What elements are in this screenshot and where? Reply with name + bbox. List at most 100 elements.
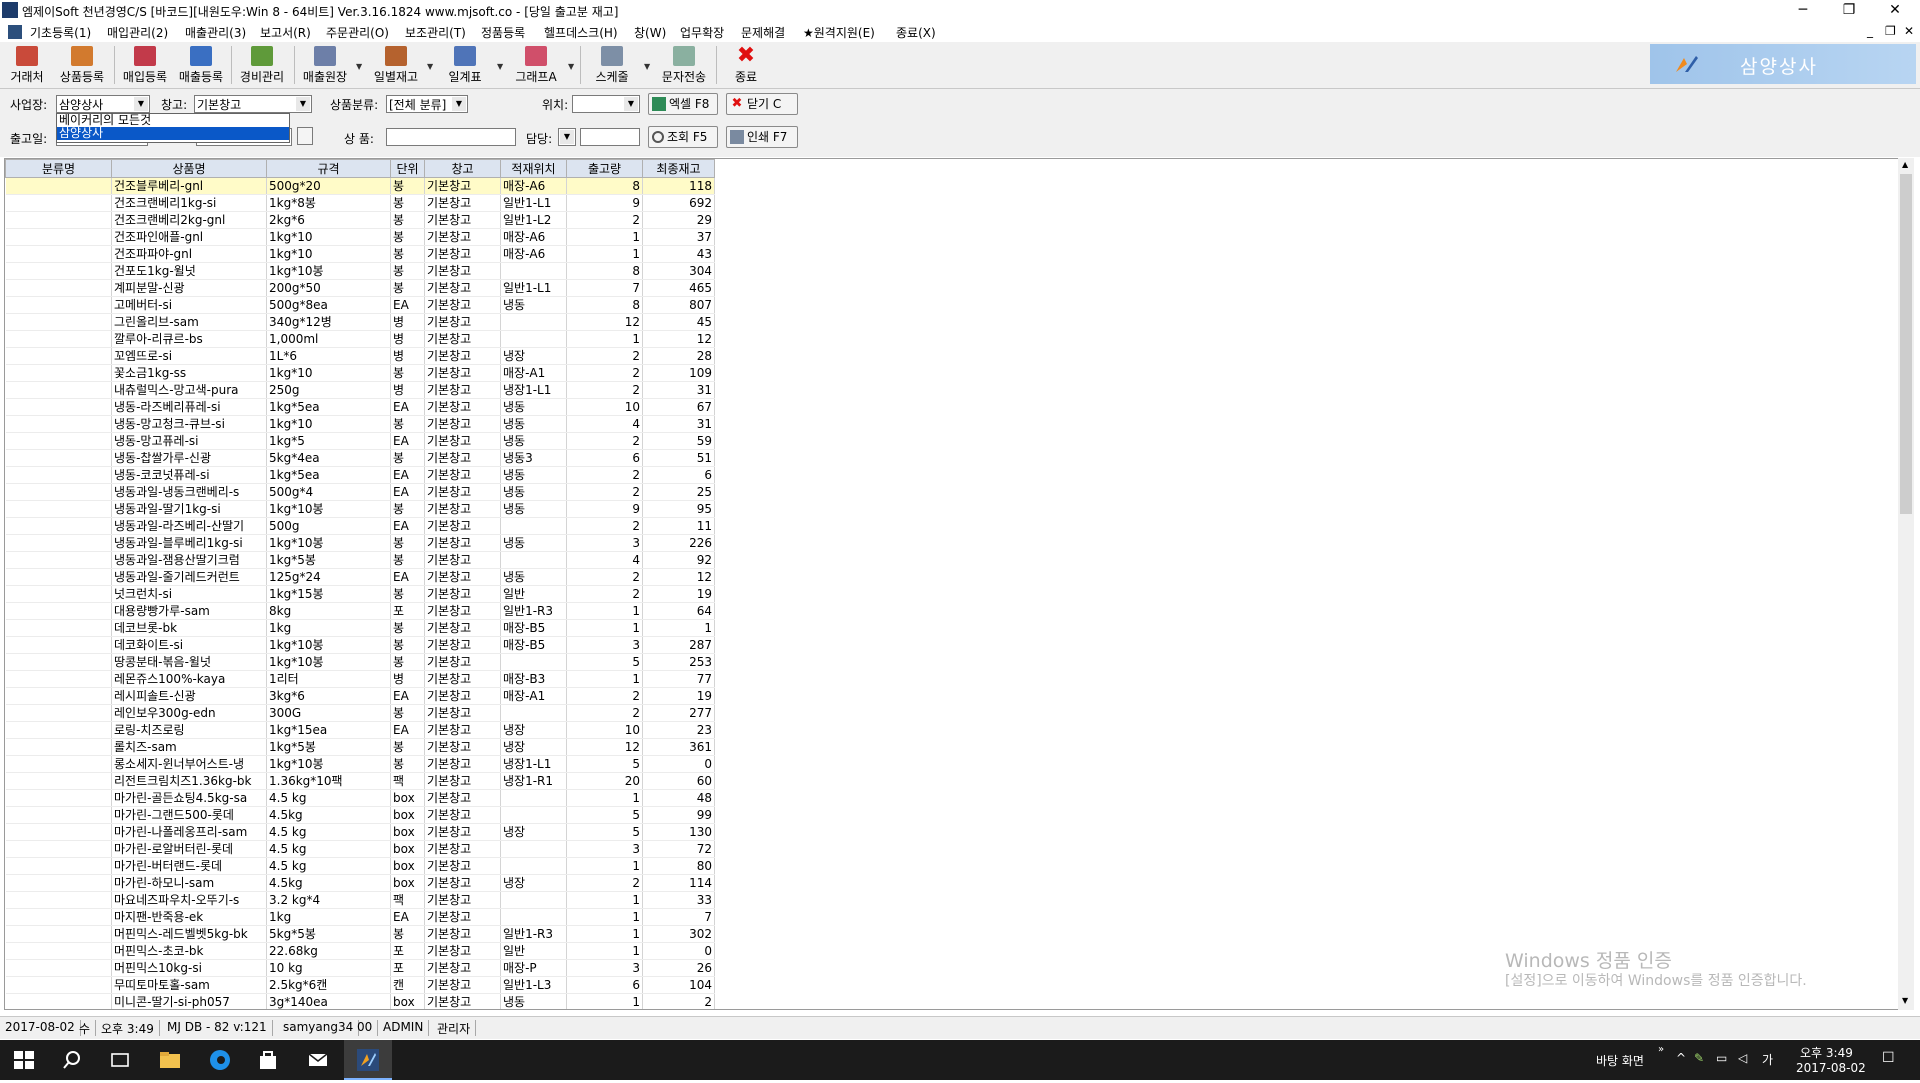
table-cell[interactable]: 봉 <box>390 738 425 756</box>
table-cell[interactable]: 기본창고 <box>424 653 501 671</box>
table-cell[interactable] <box>5 500 112 518</box>
table-cell[interactable]: 1kg <box>266 619 391 637</box>
table-cell[interactable] <box>5 551 112 569</box>
column-header[interactable]: 규격 <box>266 159 391 178</box>
table-cell[interactable]: 10 <box>566 721 643 739</box>
search-icon[interactable] <box>60 1048 84 1072</box>
table-cell[interactable]: box <box>390 874 425 892</box>
table-row[interactable]: 땅콩분태-볶음-윌넛 1kg*10봉 봉 기본창고 5 253 <box>5 653 715 671</box>
table-cell[interactable] <box>500 551 567 569</box>
chevron-up-icon[interactable]: ^ <box>1676 1051 1686 1065</box>
table-cell[interactable]: 내츄럴믹스-망고색-pura <box>111 381 267 399</box>
table-row[interactable]: 머핀믹스-레드벨벳5kg-bk 5kg*5봉 봉 기본창고 일반1-R3 1 302 <box>5 925 715 943</box>
table-cell[interactable]: 냉동 <box>500 483 567 501</box>
table-cell[interactable]: 5 <box>566 653 643 671</box>
table-cell[interactable] <box>5 330 112 348</box>
table-cell[interactable] <box>5 262 112 280</box>
table-cell[interactable]: 33 <box>642 891 715 909</box>
business-select[interactable]: 삼양상사 ▼ <box>56 95 150 113</box>
table-cell[interactable]: 2 <box>566 687 643 705</box>
table-cell[interactable]: 기본창고 <box>424 874 501 892</box>
table-cell[interactable]: 5 <box>566 755 643 773</box>
table-cell[interactable]: box <box>390 840 425 858</box>
table-cell[interactable]: 로링-치즈로링 <box>111 721 267 739</box>
table-cell[interactable]: 807 <box>642 296 715 314</box>
column-header[interactable]: 최종재고 <box>642 159 715 178</box>
table-row[interactable]: 데코브롯-bk 1kg 봉 기본창고 매장-B5 1 1 <box>5 619 715 637</box>
table-cell[interactable] <box>5 517 112 535</box>
table-cell[interactable]: 200g*50 <box>266 279 391 297</box>
clock-date[interactable]: 2017-08-02 <box>1796 1061 1866 1075</box>
clock-time[interactable]: 오후 3:49 <box>1800 1044 1853 1061</box>
table-cell[interactable]: 봉 <box>390 177 425 195</box>
table-cell[interactable]: 머핀믹스-레드벨벳5kg-bk <box>111 925 267 943</box>
table-cell[interactable]: 봉 <box>390 364 425 382</box>
table-cell[interactable]: 2 <box>566 466 643 484</box>
table-cell[interactable]: 기본창고 <box>424 789 501 807</box>
table-cell[interactable]: 기본창고 <box>424 670 501 688</box>
table-cell[interactable]: 기본창고 <box>424 959 501 977</box>
toolbar-schedule-button[interactable]: 스케줄 <box>584 44 640 86</box>
table-cell[interactable]: 1 <box>566 245 643 263</box>
table-cell[interactable]: 60 <box>642 772 715 790</box>
mdi-restore-button[interactable]: ❐ <box>1885 24 1896 38</box>
table-cell[interactable]: 287 <box>642 636 715 654</box>
table-cell[interactable]: 45 <box>642 313 715 331</box>
table-cell[interactable]: 64 <box>642 602 715 620</box>
table-cell[interactable]: 냉동-찹쌀가루-신광 <box>111 449 267 467</box>
table-row[interactable]: 미니콘-딸기-si-ph057 3g*140ea box 기본창고 냉동 1 2 <box>5 993 715 1009</box>
table-cell[interactable]: 기본창고 <box>424 432 501 450</box>
table-cell[interactable]: 기본창고 <box>424 364 501 382</box>
ime-indicator[interactable]: 가 <box>1762 1051 1773 1068</box>
table-cell[interactable]: 기본창고 <box>424 619 501 637</box>
table-row[interactable]: 계피분말-신광 200g*50 봉 기본창고 일반1-L1 7 465 <box>5 279 715 297</box>
table-cell[interactable]: 2 <box>566 432 643 450</box>
table-cell[interactable]: 냉동-망고청크-큐브-si <box>111 415 267 433</box>
table-cell[interactable]: 29 <box>642 211 715 229</box>
table-cell[interactable]: 2 <box>566 381 643 399</box>
table-cell[interactable] <box>5 466 112 484</box>
column-header[interactable]: 상품명 <box>111 159 267 178</box>
table-cell[interactable]: 1kg <box>266 908 391 926</box>
table-cell[interactable]: 팩 <box>390 891 425 909</box>
table-row[interactable]: 냉동과일-라즈베리-산딸기 500g EA 기본창고 2 11 <box>5 517 715 535</box>
table-cell[interactable]: 기본창고 <box>424 228 501 246</box>
menu-item-exit[interactable]: 종료(X) <box>896 24 936 41</box>
table-cell[interactable]: 7 <box>642 908 715 926</box>
table-cell[interactable] <box>5 891 112 909</box>
menu-item-troubleshoot[interactable]: 문제해결 <box>741 24 785 41</box>
table-cell[interactable]: 기본창고 <box>424 891 501 909</box>
table-cell[interactable]: 봉 <box>390 500 425 518</box>
table-cell[interactable] <box>5 925 112 943</box>
table-cell[interactable]: 2 <box>566 585 643 603</box>
table-cell[interactable]: 기본창고 <box>424 687 501 705</box>
table-cell[interactable]: 340g*12병 <box>266 313 391 331</box>
table-cell[interactable]: 1 <box>566 942 643 960</box>
table-cell[interactable]: box <box>390 857 425 875</box>
table-cell[interactable]: 냉동과일-딸기1kg-si <box>111 500 267 518</box>
menu-item-basic[interactable]: 기초등록(1) <box>30 24 91 41</box>
table-cell[interactable] <box>500 653 567 671</box>
table-cell[interactable]: 4.5 kg <box>266 857 391 875</box>
table-cell[interactable]: 20 <box>566 772 643 790</box>
table-cell[interactable]: 500g*8ea <box>266 296 391 314</box>
table-cell[interactable] <box>5 585 112 603</box>
table-cell[interactable]: 냉동 <box>500 398 567 416</box>
table-cell[interactable] <box>5 755 112 773</box>
table-cell[interactable]: 매장-P <box>500 959 567 977</box>
table-cell[interactable]: 300G <box>266 704 391 722</box>
table-cell[interactable]: 1kg*5봉 <box>266 551 391 569</box>
table-cell[interactable]: 기본창고 <box>424 347 501 365</box>
table-cell[interactable]: 31 <box>642 381 715 399</box>
table-cell[interactable]: 냉동 <box>500 415 567 433</box>
table-cell[interactable] <box>500 840 567 858</box>
table-row[interactable]: 건조파인애플-gnl 1kg*10 봉 기본창고 매장-A6 1 37 <box>5 228 715 246</box>
table-cell[interactable]: 1kg*10 <box>266 245 391 263</box>
table-cell[interactable] <box>5 653 112 671</box>
column-header[interactable]: 적재위치 <box>500 159 567 178</box>
table-cell[interactable] <box>5 959 112 977</box>
table-cell[interactable] <box>5 908 112 926</box>
table-cell[interactable]: 넛크런치-si <box>111 585 267 603</box>
table-cell[interactable] <box>5 942 112 960</box>
table-cell[interactable] <box>500 806 567 824</box>
